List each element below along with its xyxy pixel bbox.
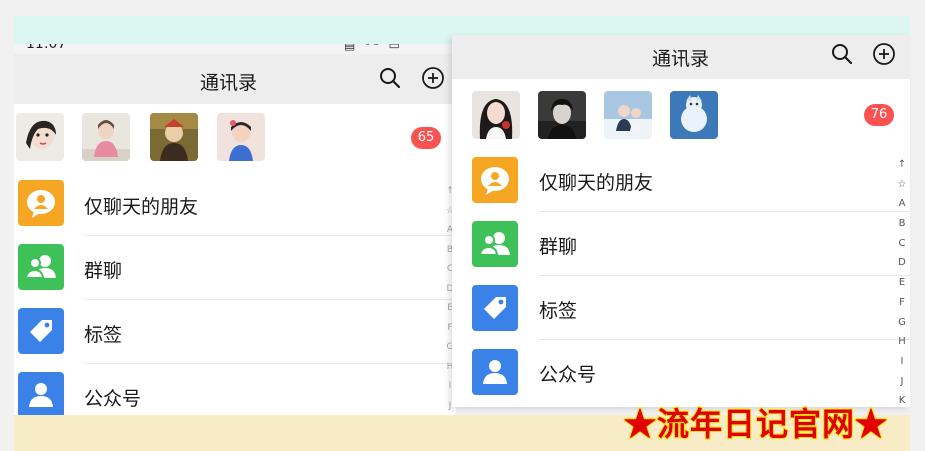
entry-label: 公众号 <box>84 388 142 410</box>
search-icon[interactable] <box>830 42 854 66</box>
index-letter[interactable]: H <box>898 332 906 352</box>
chat-user-icon <box>472 157 518 203</box>
tag-icon <box>472 285 518 331</box>
search-icon[interactable] <box>378 66 402 90</box>
group-icon <box>18 244 64 290</box>
avatar <box>16 113 64 161</box>
contacts-header: 通讯录 <box>14 54 456 104</box>
official-account-icon <box>472 349 518 395</box>
tags-entry[interactable]: 标签 <box>452 276 910 340</box>
tags-entry[interactable]: 标签 <box>14 300 456 364</box>
index-letter[interactable]: ↑ <box>898 155 906 175</box>
status-time: 11:07 <box>26 44 67 52</box>
entry-label: 仅聊天的朋友 <box>539 172 654 194</box>
avatar <box>670 91 718 139</box>
index-letter[interactable]: G <box>898 313 906 333</box>
page-title: 通讯录 <box>200 72 258 94</box>
add-circle-icon[interactable] <box>872 42 896 66</box>
left-phone-screen: 11:07 ▤ ⁶ᴳ ▭ 通讯录 65 仅聊天的朋友 群聊 标签 公众号 ↑ ☆… <box>14 44 456 415</box>
index-letter[interactable]: F <box>899 293 905 313</box>
official-accounts-entry[interactable]: 公众号 <box>452 340 910 404</box>
entry-label: 标签 <box>539 300 578 322</box>
index-letter[interactable]: A <box>899 194 906 214</box>
entry-label: 标签 <box>84 324 123 346</box>
watermark-text: ★流年日记官网★ <box>623 404 889 444</box>
index-letter[interactable]: I <box>449 377 452 397</box>
chat-user-icon <box>18 180 64 226</box>
page-title: 通讯录 <box>652 48 710 70</box>
avatar <box>150 113 198 161</box>
group-chats-entry[interactable]: 群聊 <box>452 212 910 276</box>
avatar <box>472 91 520 139</box>
index-letter[interactable]: B <box>899 214 906 234</box>
group-icon <box>472 221 518 267</box>
new-friends-badge: 65 <box>411 127 441 149</box>
status-bar: 11:07 ▤ ⁶ᴳ ▭ <box>14 44 456 54</box>
official-accounts-entry[interactable]: 公众号 <box>14 364 456 415</box>
index-letter[interactable]: E <box>899 273 905 293</box>
index-letter[interactable]: ☆ <box>898 175 907 195</box>
entry-label: 仅聊天的朋友 <box>84 196 199 218</box>
alphabet-index[interactable]: ↑☆ABCDEFGHIJK <box>895 155 909 407</box>
entry-label: 群聊 <box>84 260 123 282</box>
chat-only-friends-entry[interactable]: 仅聊天的朋友 <box>452 148 910 212</box>
avatar <box>82 113 130 161</box>
group-chats-entry[interactable]: 群聊 <box>14 236 456 300</box>
index-letter[interactable]: C <box>899 234 906 254</box>
entry-label: 公众号 <box>539 364 597 386</box>
avatar <box>217 113 265 161</box>
new-friends-badge: 76 <box>864 104 894 126</box>
new-friends-row[interactable]: 65 <box>14 104 456 172</box>
index-letter[interactable]: I <box>901 352 904 372</box>
avatar <box>538 91 586 139</box>
index-letter[interactable]: K <box>899 391 906 407</box>
index-letter[interactable]: J <box>901 372 904 392</box>
avatar <box>604 91 652 139</box>
chat-only-friends-entry[interactable]: 仅聊天的朋友 <box>14 172 456 236</box>
index-letter[interactable]: J <box>449 397 452 416</box>
new-friends-row[interactable]: 76 <box>452 79 910 147</box>
index-letter[interactable]: D <box>898 253 906 273</box>
add-circle-icon[interactable] <box>421 66 445 90</box>
status-icons: ▤ ⁶ᴳ ▭ <box>344 44 403 52</box>
official-account-icon <box>18 372 64 415</box>
right-phone-screen: 通讯录 76 仅聊天的朋友 群聊 标签 公众号 ↑ ☆ A B C D E F … <box>452 35 910 407</box>
contacts-header: 通讯录 <box>452 35 910 79</box>
tag-icon <box>18 308 64 354</box>
entry-label: 群聊 <box>539 236 578 258</box>
